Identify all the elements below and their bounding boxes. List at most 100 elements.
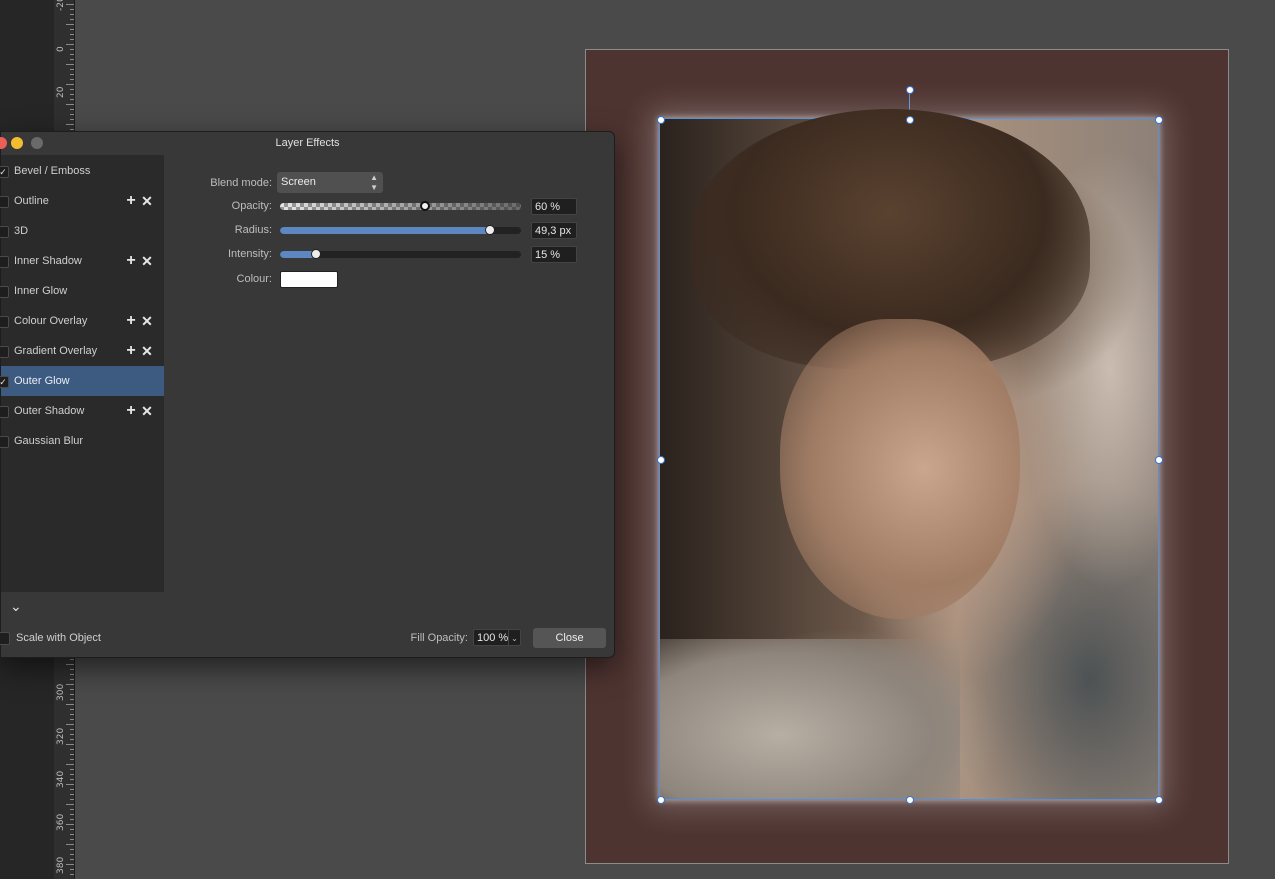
ruler-tick (70, 714, 74, 715)
chevron-down-icon[interactable]: ⌄ (508, 630, 520, 645)
ruler-tick (70, 854, 74, 855)
resize-handle-top-right[interactable] (1155, 116, 1163, 124)
ruler-tick (66, 704, 74, 705)
resize-handle-left[interactable] (657, 456, 665, 464)
ruler-tick (70, 119, 74, 120)
effect-item[interactable]: Outline + ✕ (0, 186, 164, 216)
effect-checkbox[interactable] (0, 196, 9, 208)
effect-checkbox[interactable] (0, 436, 9, 448)
opacity-slider-thumb[interactable] (419, 201, 430, 211)
effect-item[interactable]: Colour Overlay + ✕ (0, 306, 164, 336)
ruler-tick (70, 709, 74, 710)
ruler-tick (70, 859, 74, 860)
ruler-tick (66, 684, 74, 685)
remove-effect-icon[interactable]: ✕ (140, 396, 154, 426)
add-effect-icon[interactable]: + (124, 396, 138, 426)
resize-handle-top[interactable] (906, 116, 914, 124)
ruler-tick (70, 689, 74, 690)
ruler-tick (70, 699, 74, 700)
effect-checkbox[interactable] (0, 316, 9, 328)
ruler-tick (70, 754, 74, 755)
resize-handle-bottom-left[interactable] (657, 796, 665, 804)
dialog-title: Layer Effects (275, 137, 340, 149)
ruler-tick (70, 54, 74, 55)
ruler-tick (66, 784, 74, 785)
radius-slider-thumb[interactable] (484, 225, 495, 235)
ruler-tick (66, 44, 74, 45)
ruler-tick (70, 819, 74, 820)
effect-item[interactable]: Outer Shadow + ✕ (0, 396, 164, 426)
resize-handle-right[interactable] (1155, 456, 1163, 464)
colour-swatch[interactable] (280, 271, 338, 288)
selected-photo-layer[interactable] (659, 109, 1159, 800)
effect-item[interactable]: Gaussian Blur (0, 426, 164, 456)
intensity-value-field[interactable]: 15 % (531, 246, 577, 263)
ruler-tick (70, 669, 74, 670)
effect-checkbox[interactable]: ✓ (0, 166, 9, 178)
ruler-tick (70, 789, 74, 790)
ruler-tick (70, 834, 74, 835)
effect-label: Outline (14, 195, 49, 207)
fill-opacity-field[interactable]: 100 % ⌄ (473, 629, 521, 646)
dialog-titlebar[interactable]: Layer Effects (1, 132, 614, 155)
resize-handle-bottom[interactable] (906, 796, 914, 804)
ruler-tick (66, 844, 74, 845)
opacity-label: Opacity: (231, 200, 272, 212)
ruler-tick (66, 664, 74, 665)
effect-item[interactable]: ✓ Bevel / Emboss (0, 156, 164, 186)
ruler-tick (70, 9, 74, 10)
effect-checkbox[interactable] (0, 256, 9, 268)
ruler-tick (66, 24, 74, 25)
chevron-down-icon[interactable]: ⌄ (10, 598, 22, 615)
effect-checkbox[interactable] (0, 406, 9, 418)
zoom-window-icon[interactable] (31, 137, 43, 149)
opacity-value-field[interactable]: 60 % (531, 198, 577, 215)
effect-label: Outer Glow (14, 375, 70, 387)
effect-item[interactable]: 3D (0, 216, 164, 246)
ruler-tick (66, 64, 74, 65)
remove-effect-icon[interactable]: ✕ (140, 336, 154, 366)
ruler-tick (66, 104, 74, 105)
fill-opacity-label: Fill Opacity: (410, 632, 468, 644)
minimize-window-icon[interactable] (11, 137, 23, 149)
ruler-tick (70, 829, 74, 830)
add-effect-icon[interactable]: + (124, 186, 138, 216)
ruler-tick (70, 659, 74, 660)
opacity-slider[interactable] (280, 203, 521, 210)
resize-handle-bottom-right[interactable] (1155, 796, 1163, 804)
effect-checkbox[interactable] (0, 286, 9, 298)
ruler-tick (70, 769, 74, 770)
close-button[interactable]: Close (533, 628, 606, 648)
ruler-tick (70, 839, 74, 840)
add-effect-icon[interactable]: + (124, 246, 138, 276)
ruler-tick (70, 109, 74, 110)
blend-mode-label: Blend mode: (210, 177, 272, 189)
ruler-tick (66, 4, 74, 5)
ruler-tick (70, 759, 74, 760)
blend-mode-select[interactable]: Screen ▲ ▼ (277, 172, 383, 193)
effect-item[interactable]: Gradient Overlay + ✕ (0, 336, 164, 366)
rotation-handle[interactable] (906, 86, 914, 94)
effect-item[interactable]: ✓ Outer Glow (0, 366, 164, 396)
ruler-label: 20 (56, 86, 66, 98)
add-effect-icon[interactable]: + (124, 306, 138, 336)
ruler-tick (70, 74, 74, 75)
scale-with-object-checkbox[interactable] (0, 632, 10, 645)
resize-handle-top-left[interactable] (657, 116, 665, 124)
effect-checkbox[interactable] (0, 346, 9, 358)
ruler-tick (70, 79, 74, 80)
ruler-tick (70, 849, 74, 850)
effect-item[interactable]: Inner Glow (0, 276, 164, 306)
remove-effect-icon[interactable]: ✕ (140, 306, 154, 336)
effects-list: ✓ Bevel / Emboss Outline + ✕ 3D Inner Shadow + ✕… (0, 155, 164, 592)
radius-value-field[interactable]: 49,3 px (531, 222, 577, 239)
ruler-label: 380 (56, 856, 66, 874)
ruler-tick (70, 774, 74, 775)
ruler-tick (70, 59, 74, 60)
effect-checkbox[interactable] (0, 226, 9, 238)
add-effect-icon[interactable]: + (124, 336, 138, 366)
ruler-tick (70, 69, 74, 70)
ruler-tick (66, 724, 74, 725)
effect-item[interactable]: Inner Shadow + ✕ (0, 246, 164, 276)
effect-checkbox[interactable]: ✓ (0, 376, 9, 388)
